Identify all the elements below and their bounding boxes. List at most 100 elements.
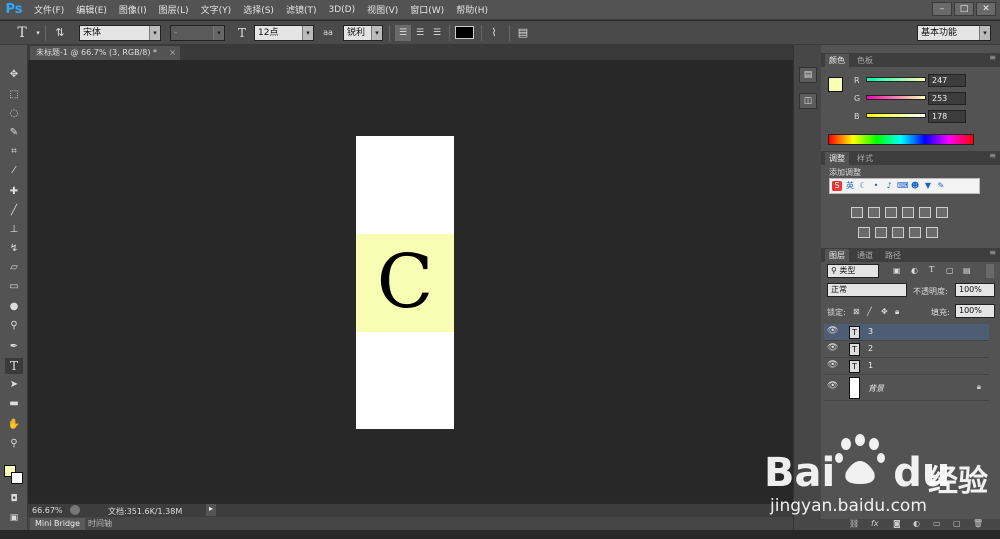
menu-image[interactable]: 图像(I) (113, 3, 153, 16)
font-family-select[interactable]: 宋体 ▾ (79, 25, 161, 41)
menu-window[interactable]: 窗口(W) (404, 3, 450, 16)
chevron-right-icon[interactable]: ▸ (206, 504, 216, 516)
microphone-icon[interactable]: ♪ (884, 181, 894, 191)
text-tool-preset-icon[interactable]: T (14, 25, 30, 41)
levels-adjust-icon[interactable] (868, 207, 880, 218)
tab-paths[interactable]: 路径 (881, 249, 905, 262)
screen-mode-icon[interactable]: ▣ (5, 510, 23, 526)
blue-value[interactable]: 178 (928, 110, 966, 123)
healing-brush-icon[interactable]: ✚ (5, 184, 23, 200)
mask-icon[interactable]: ◙ (893, 519, 901, 528)
fill-input[interactable]: 100% (955, 304, 995, 318)
marquee-tool-icon[interactable]: ⬚ (5, 87, 23, 103)
pen-tool-icon[interactable]: ✒ (5, 339, 23, 355)
menu-edit[interactable]: 编辑(E) (70, 3, 113, 16)
selective-color-adjust-icon[interactable] (926, 227, 938, 238)
opacity-input[interactable]: 100% (955, 283, 995, 297)
brightness-adjust-icon[interactable] (851, 207, 863, 218)
move-tool-icon[interactable]: ✥ (5, 67, 23, 83)
background-color-swatch[interactable] (11, 472, 23, 484)
filter-adjust-icon[interactable]: ◐ (911, 266, 918, 275)
gradient-tool-icon[interactable]: ▭ (5, 279, 23, 295)
rectangle-tool-icon[interactable]: ▬ (5, 396, 23, 412)
layer-row[interactable]: 👁︎ T 2 (824, 341, 989, 358)
blue-slider[interactable] (866, 113, 926, 118)
properties-panel-icon[interactable]: ◫ (799, 93, 817, 109)
maximize-button[interactable]: □ (954, 2, 974, 16)
panel-menu-icon[interactable]: ≡ (989, 151, 996, 160)
menu-help[interactable]: 帮助(H) (450, 3, 494, 16)
eyedropper-tool-icon[interactable]: ⁄ (5, 163, 23, 179)
brush-tool-icon[interactable]: ╱ (5, 203, 23, 219)
link-icon[interactable]: ⛓︎ (849, 519, 859, 528)
tab-timeline[interactable]: 时间轴 (83, 518, 117, 530)
menu-3d[interactable]: 3D(D) (322, 5, 361, 15)
lock-image-icon[interactable]: ╱ (867, 307, 872, 316)
eye-icon[interactable]: 👁︎ (827, 326, 839, 336)
warp-text-icon[interactable]: ⌇ (486, 25, 502, 41)
tab-swatches[interactable]: 色板 (853, 54, 877, 67)
shirt-icon[interactable]: ▼ (923, 181, 933, 191)
punctuation-icon[interactable]: • (871, 181, 881, 191)
menu-type[interactable]: 文字(Y) (195, 3, 238, 16)
layer-name[interactable]: 背景 (868, 383, 884, 394)
zoom-tool-icon[interactable]: ⚲ (5, 436, 23, 452)
filter-shape-icon[interactable]: ▢ (946, 266, 954, 275)
color-spectrum[interactable] (828, 134, 974, 145)
crop-tool-icon[interactable]: ⌗ (5, 144, 23, 160)
text-orientation-icon[interactable]: ⇅ (52, 25, 68, 41)
eraser-tool-icon[interactable]: ▱ (5, 260, 23, 276)
layer-row[interactable]: 👁︎ 背景 🔒︎ (824, 375, 989, 401)
hue-adjust-icon[interactable] (936, 207, 948, 218)
antialias-select[interactable]: 锐利 ▾ (343, 25, 383, 41)
tab-adjustments[interactable]: 调整 (825, 152, 849, 165)
minimize-button[interactable]: – (932, 2, 952, 16)
layer-row[interactable]: 👁︎ T 1 (824, 358, 989, 375)
lock-all-icon[interactable]: 🔒︎ (895, 307, 899, 317)
history-panel-icon[interactable]: ▤ (799, 67, 817, 83)
eye-icon[interactable]: 👁︎ (827, 381, 839, 391)
threshold-adjust-icon[interactable] (892, 227, 904, 238)
green-value[interactable]: 253 (928, 92, 966, 105)
document-tab[interactable]: 未标题-1 @ 66.7% (3, RGB/8) * × (30, 46, 180, 60)
vibrance-adjust-icon[interactable] (919, 207, 931, 218)
status-icon[interactable] (70, 505, 80, 515)
tab-mini-bridge[interactable]: Mini Bridge (30, 518, 86, 530)
align-right-icon[interactable]: ☰ (429, 25, 445, 41)
character-panel-icon[interactable]: ▤ (515, 25, 531, 41)
filter-pixel-icon[interactable]: ▣ (893, 266, 901, 275)
close-icon[interactable]: × (169, 46, 176, 60)
filter-type-icon[interactable]: T (929, 265, 934, 274)
red-slider[interactable] (866, 77, 926, 82)
lock-pixels-icon[interactable]: ⊠ (853, 307, 860, 316)
history-brush-icon[interactable]: ↯ (5, 241, 23, 257)
layer-name[interactable]: 1 (868, 361, 873, 370)
green-slider[interactable] (866, 95, 926, 100)
hand-tool-icon[interactable]: ✋ (5, 417, 23, 433)
layer-name[interactable]: 3 (868, 327, 873, 336)
menu-filter[interactable]: 滤镜(T) (280, 3, 323, 16)
posterize-adjust-icon[interactable] (875, 227, 887, 238)
close-button[interactable]: ✕ (976, 2, 996, 16)
layer-name[interactable]: 2 (868, 344, 873, 353)
layer-row[interactable]: 👁︎ T 3 (824, 324, 989, 341)
adjustment-layer-icon[interactable]: ◐ (913, 519, 920, 528)
align-left-icon[interactable]: ☰ (395, 25, 411, 41)
menu-file[interactable]: 文件(F) (28, 3, 70, 16)
dodge-tool-icon[interactable]: ⚲ (5, 318, 23, 334)
invert-adjust-icon[interactable] (858, 227, 870, 238)
new-layer-icon[interactable]: ▢ (953, 519, 961, 528)
path-select-icon[interactable]: ➤ (5, 377, 23, 393)
keyboard-icon[interactable]: ⌨ (897, 181, 909, 191)
layer-filter-select[interactable]: ⚲ 类型 (827, 264, 879, 278)
user-icon[interactable]: ☻ (910, 181, 920, 191)
quick-select-tool-icon[interactable]: ✎ (5, 125, 23, 141)
blur-tool-icon[interactable]: ● (5, 299, 23, 315)
document-canvas[interactable]: C (356, 136, 454, 429)
tab-channels[interactable]: 通道 (853, 249, 877, 262)
curves-adjust-icon[interactable] (885, 207, 897, 218)
wrench-icon[interactable]: ✎ (936, 181, 946, 191)
folder-icon[interactable]: ▭ (933, 519, 941, 528)
tab-layers[interactable]: 图层 (825, 249, 849, 262)
tab-color[interactable]: 颜色 (825, 54, 849, 67)
